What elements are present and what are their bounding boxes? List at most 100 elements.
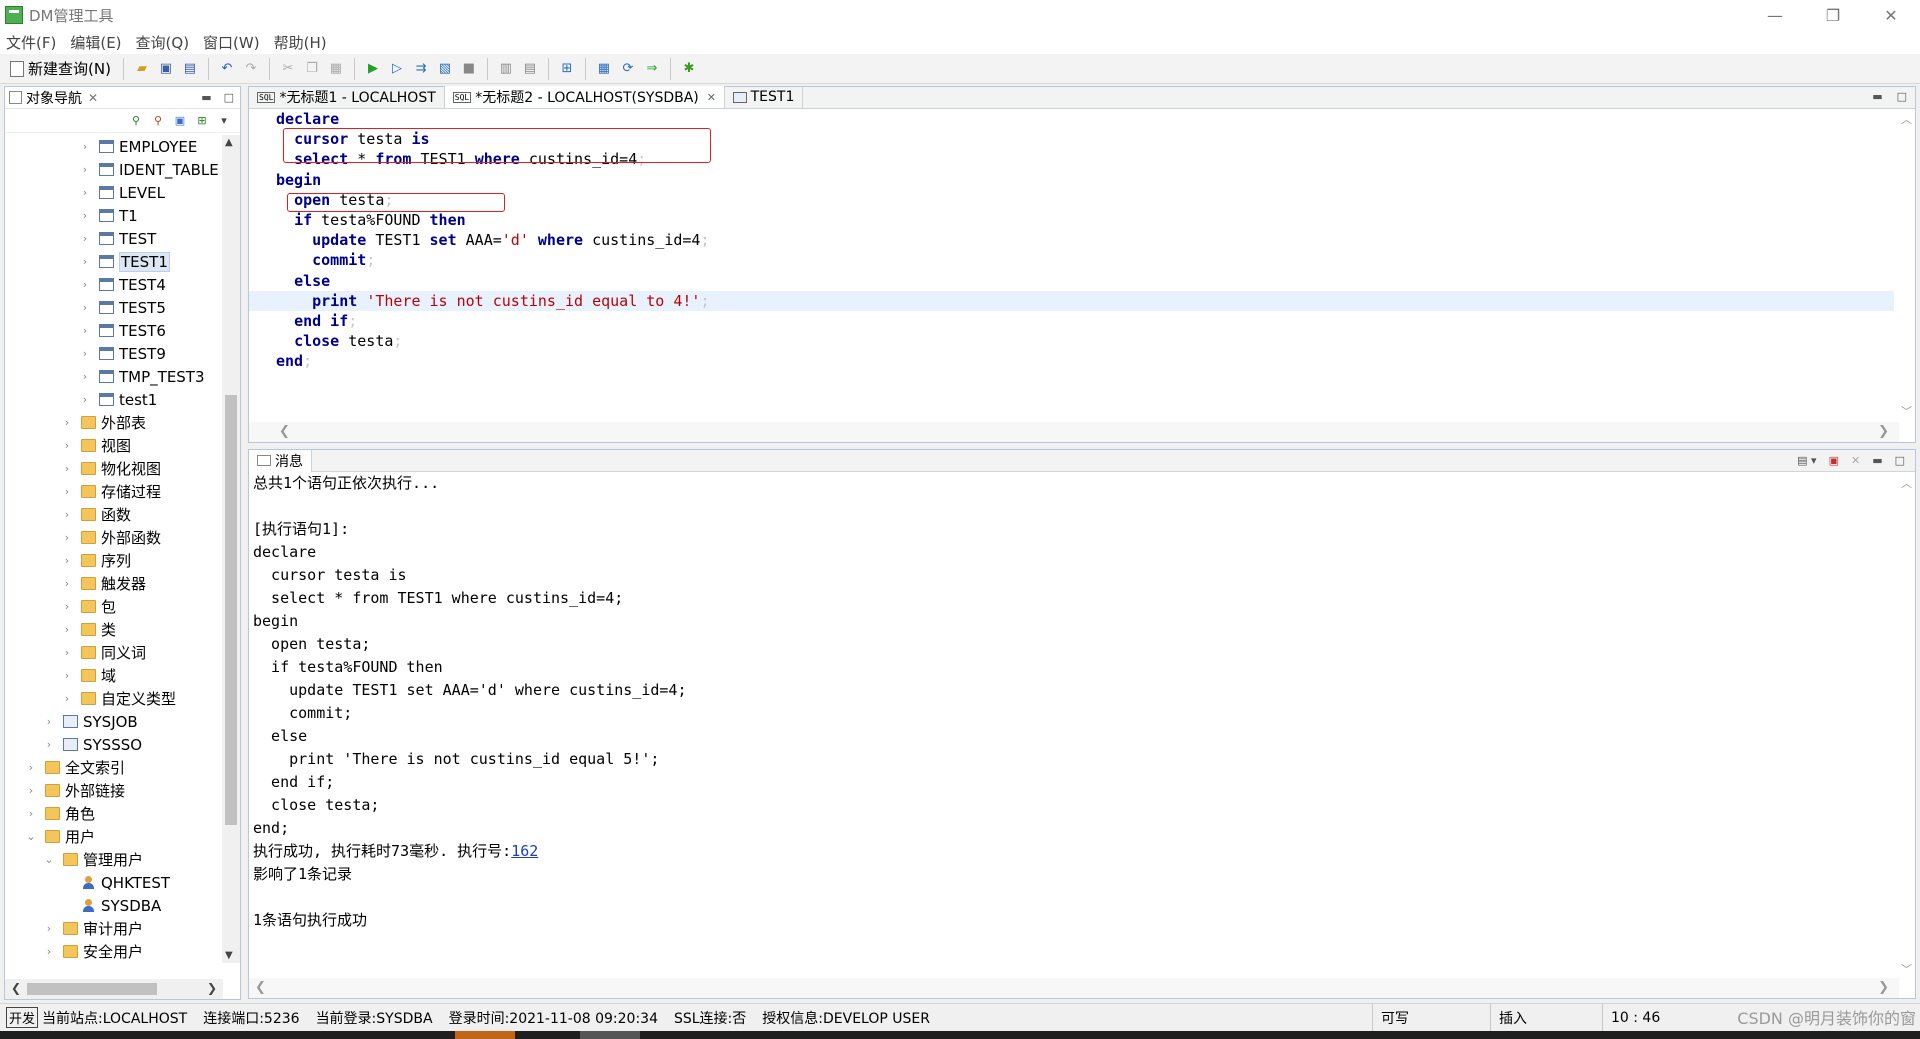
tree-item[interactable]: › 函数 <box>61 503 131 526</box>
tree-item[interactable]: QHKTEST <box>61 871 170 894</box>
tree-item[interactable]: › 全文索引 <box>25 756 125 779</box>
chevron-right-icon[interactable]: › <box>61 623 73 636</box>
minimize-icon[interactable]: ▬ <box>1872 454 1882 467</box>
chevron-right-icon[interactable]: › <box>79 324 91 337</box>
tree-item[interactable]: › 触发器 <box>61 572 146 595</box>
tree-vertical-scrollbar[interactable]: ▲ ▼ <box>222 135 240 963</box>
tree-item[interactable]: › 域 <box>61 664 116 687</box>
cut-icon[interactable]: ✂ <box>278 59 298 79</box>
tree-item[interactable]: › 物化视图 <box>61 457 161 480</box>
tree-item[interactable]: › 序列 <box>61 549 131 572</box>
tree-item[interactable]: › IDENT_TABLE <box>79 158 219 181</box>
save-icon[interactable]: ▣ <box>156 59 176 79</box>
tree-item[interactable]: › 外部表 <box>61 411 146 434</box>
code-area[interactable]: end; close testa; end if; print 'There i… <box>249 109 1899 419</box>
tree-item[interactable]: › 同义词 <box>61 641 146 664</box>
tree-item[interactable]: › T1 <box>79 204 138 227</box>
redo-icon[interactable]: ↷ <box>241 59 261 79</box>
open-folder-icon[interactable]: ▰ <box>132 59 152 79</box>
menu-window[interactable]: 窗口(W) <box>203 32 260 53</box>
tree-item[interactable]: › 审计用户 <box>43 917 143 940</box>
scroll-right-icon[interactable]: ❯ <box>1878 424 1889 439</box>
minimize-icon[interactable]: ▬ <box>201 91 211 104</box>
tree-item[interactable]: › 角色 <box>25 802 95 825</box>
navigator-tab[interactable]: 对象导航 ✕ <box>9 88 98 108</box>
chevron-right-icon[interactable]: › <box>61 531 73 544</box>
chevron-right-icon[interactable]: › <box>43 945 55 958</box>
run-script-icon[interactable]: ▷ <box>387 59 407 79</box>
chevron-right-icon[interactable]: › <box>79 347 91 360</box>
chevron-right-icon[interactable]: › <box>61 646 73 659</box>
tree-item[interactable]: › 类 <box>61 618 116 641</box>
chevron-right-icon[interactable]: › <box>79 209 91 222</box>
chevron-right-icon[interactable]: › <box>79 255 91 268</box>
restore-button[interactable]: ❐ <box>1804 0 1862 30</box>
close-button[interactable]: ✕ <box>1862 0 1920 30</box>
scroll-up-icon[interactable]: ︿ <box>1901 111 1912 127</box>
menu-help[interactable]: 帮助(H) <box>274 32 327 53</box>
tree-item[interactable]: SYSDBA <box>61 894 161 917</box>
display-menu-icon[interactable]: ▤ ▾ <box>1797 454 1816 467</box>
minimize-button[interactable]: — <box>1746 0 1804 30</box>
tree-item[interactable]: › TEST9 <box>79 342 166 365</box>
tree-item[interactable]: ⌄ 用户 <box>25 825 95 848</box>
debug-bug-icon[interactable]: ✱ <box>679 59 699 79</box>
menu-edit[interactable]: 编辑(E) <box>70 32 121 53</box>
maximize-icon[interactable]: □ <box>1895 454 1905 467</box>
tree-item[interactable]: › test1 <box>79 388 158 411</box>
menu-file[interactable]: 文件(F) <box>6 32 56 53</box>
taskbar-item[interactable] <box>455 1031 515 1039</box>
editor-vertical-scrollbar[interactable]: ︿ ﹀ <box>1897 109 1915 421</box>
clear-icon[interactable]: ▣ <box>1829 454 1839 467</box>
tree-item[interactable]: › 自定义类型 <box>61 687 176 710</box>
chevron-down-icon[interactable]: ⌄ <box>25 830 37 843</box>
tree-item[interactable]: › LEVEL <box>79 181 165 204</box>
tab-test1[interactable]: TEST1 <box>725 86 804 108</box>
scrollbar-thumb[interactable] <box>27 983 157 995</box>
scroll-down-icon[interactable]: ﹀ <box>1901 403 1912 419</box>
tree-item[interactable]: › TEST <box>79 227 157 250</box>
explain-icon[interactable]: ⇉ <box>411 59 431 79</box>
new-query-button[interactable]: 新建查询(N) <box>10 58 111 79</box>
scroll-up-icon[interactable]: ▲ <box>225 137 233 148</box>
chevron-right-icon[interactable]: › <box>25 807 37 820</box>
copy-icon[interactable]: ❐ <box>302 59 322 79</box>
run-icon[interactable]: ▶ <box>363 59 383 79</box>
chevron-right-icon[interactable]: › <box>25 761 37 774</box>
chevron-right-icon[interactable]: › <box>61 485 73 498</box>
tab-messages[interactable]: 消息 <box>249 449 312 472</box>
tree-horizontal-scrollbar[interactable]: ❮ ❯ <box>5 979 223 999</box>
save-all-icon[interactable]: ▤ <box>180 59 200 79</box>
chevron-right-icon[interactable]: › <box>61 439 73 452</box>
chevron-right-icon[interactable]: › <box>43 922 55 935</box>
tree-item[interactable]: › 包 <box>61 595 116 618</box>
chevron-right-icon[interactable]: › <box>79 278 91 291</box>
close-icon[interactable]: ✕ <box>1851 454 1860 467</box>
tab-untitled-2[interactable]: SQL *无标题2 - LOCALHOST(SYSDBA) ✕ <box>444 86 725 108</box>
chevron-right-icon[interactable]: › <box>61 462 73 475</box>
chevron-right-icon[interactable]: › <box>79 301 91 314</box>
chevron-right-icon[interactable]: › <box>79 393 91 406</box>
scroll-right-icon[interactable]: ❯ <box>207 981 217 995</box>
debug-run-icon[interactable]: ⇒ <box>642 59 662 79</box>
tab-untitled-1[interactable]: SQL *无标题1 - LOCALHOST <box>249 86 445 108</box>
chevron-right-icon[interactable]: › <box>43 738 55 751</box>
query-plan-icon[interactable]: ⊞ <box>557 59 577 79</box>
chevron-right-icon[interactable]: › <box>79 232 91 245</box>
disconnect-icon[interactable]: ⚲ <box>150 113 166 129</box>
chevron-right-icon[interactable]: › <box>79 163 91 176</box>
scroll-down-icon[interactable]: ﹀ <box>1901 961 1912 977</box>
trace-icon[interactable]: ▧ <box>435 59 455 79</box>
tree-item[interactable]: › 安全用户 <box>43 940 143 963</box>
refresh-icon[interactable]: ⟳ <box>618 59 638 79</box>
collapse-all-icon[interactable]: ⊞ <box>194 113 210 129</box>
paste-icon[interactable]: ▦ <box>326 59 346 79</box>
chevron-right-icon[interactable]: › <box>61 669 73 682</box>
scroll-right-icon[interactable]: ❯ <box>1878 980 1889 995</box>
chevron-down-icon[interactable]: ⌄ <box>43 853 55 866</box>
chevron-right-icon[interactable]: › <box>61 554 73 567</box>
tree-item[interactable]: › TEST1 <box>79 250 170 273</box>
tree-item[interactable]: › 视图 <box>61 434 131 457</box>
message-horizontal-scrollbar[interactable]: ❮ ❯ <box>249 978 1899 998</box>
chevron-right-icon[interactable]: › <box>79 140 91 153</box>
